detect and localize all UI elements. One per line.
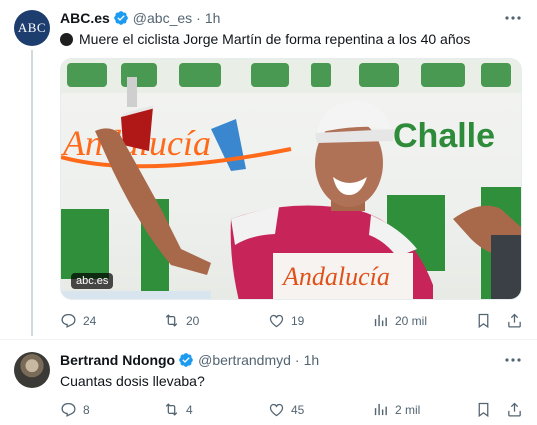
retweet-icon xyxy=(165,403,178,416)
retweet-button[interactable]: 20 xyxy=(163,312,199,329)
more-icon xyxy=(505,16,521,20)
reply-count: 24 xyxy=(83,313,97,328)
views-button[interactable]: 20 mil xyxy=(372,312,427,329)
views-count: 20 mil xyxy=(395,313,428,328)
user-avatar[interactable] xyxy=(14,352,50,388)
separator-dot: · xyxy=(196,10,201,26)
reply-count: 8 xyxy=(83,402,90,417)
views-count: 2 mil xyxy=(395,402,421,417)
tweet-abc[interactable]: ABC ABC.es @abc_es · 1h Muere el ciclist… xyxy=(0,0,537,340)
abc-avatar[interactable]: ABC xyxy=(14,10,50,46)
like-button[interactable]: 19 xyxy=(268,312,304,329)
reply-icon xyxy=(61,313,76,328)
banner-right-text: Challe xyxy=(393,117,495,155)
tweet-text-content: Muere el ciclista Jorge Martín de forma … xyxy=(79,31,471,47)
tweet-header: Bertrand Ndongo @bertrandmyd · 1h xyxy=(60,352,319,368)
retweet-button[interactable]: 4 xyxy=(163,401,193,418)
bookmark-button[interactable] xyxy=(475,401,492,418)
heart-icon xyxy=(269,403,284,417)
bookmark-icon xyxy=(478,402,489,418)
thread-line xyxy=(31,50,33,336)
jersey-text: Andalucía xyxy=(281,262,390,291)
tweet-text: Muere el ciclista Jorge Martín de forma … xyxy=(60,31,470,47)
separator-dot: · xyxy=(294,352,300,368)
share-button[interactable] xyxy=(506,312,523,329)
like-button[interactable]: 45 xyxy=(268,401,304,418)
views-button[interactable]: 2 mil xyxy=(372,401,420,418)
reply-icon xyxy=(61,402,76,417)
bookmark-icon xyxy=(478,313,489,329)
tweet-text: Cuantas dosis llevaba? xyxy=(60,373,205,389)
more-options-button[interactable] xyxy=(503,352,523,368)
reply-button[interactable]: 8 xyxy=(60,401,90,418)
tweet-actions: 24 20 19 20 mil xyxy=(60,312,522,332)
verified-icon xyxy=(113,11,128,25)
retweet-count: 4 xyxy=(186,402,193,417)
media-source-badge: abc.es xyxy=(71,273,114,289)
views-icon xyxy=(374,403,387,416)
more-options-button[interactable] xyxy=(503,10,523,26)
like-count: 19 xyxy=(291,313,305,328)
black-circle-emoji xyxy=(60,32,73,46)
share-icon xyxy=(508,313,521,328)
views-icon xyxy=(374,314,387,327)
heart-icon xyxy=(269,314,284,328)
bookmark-button[interactable] xyxy=(475,312,492,329)
tweet-reply[interactable]: Bertrand Ndongo @bertrandmyd · 1h Cuanta… xyxy=(0,340,537,425)
author-name[interactable]: Bertrand Ndongo xyxy=(60,352,175,368)
timestamp[interactable]: 1h xyxy=(304,352,320,368)
timestamp[interactable]: 1h xyxy=(205,10,221,26)
author-handle[interactable]: @bertrandmyd xyxy=(198,352,291,368)
author-handle[interactable]: @abc_es xyxy=(133,10,192,26)
like-count: 45 xyxy=(291,402,305,417)
retweet-icon xyxy=(165,314,178,327)
share-icon xyxy=(508,402,521,417)
avatar-text: ABC xyxy=(17,20,47,35)
tweet-header: ABC.es @abc_es · 1h xyxy=(60,10,220,26)
tweet-image[interactable]: Andalucía Challe Andalucía xyxy=(60,58,522,300)
author-name[interactable]: ABC.es xyxy=(60,10,110,26)
retweet-count: 20 xyxy=(186,313,200,328)
share-button[interactable] xyxy=(506,401,523,418)
tweet-text-content: Cuantas dosis llevaba? xyxy=(60,373,205,389)
cyclist-photo: Andalucía Challe Andalucía xyxy=(61,59,521,299)
tweet-actions: 8 4 45 2 mil xyxy=(60,401,522,421)
verified-icon xyxy=(179,353,193,367)
reply-button[interactable]: 24 xyxy=(60,312,96,329)
more-icon xyxy=(505,358,521,362)
